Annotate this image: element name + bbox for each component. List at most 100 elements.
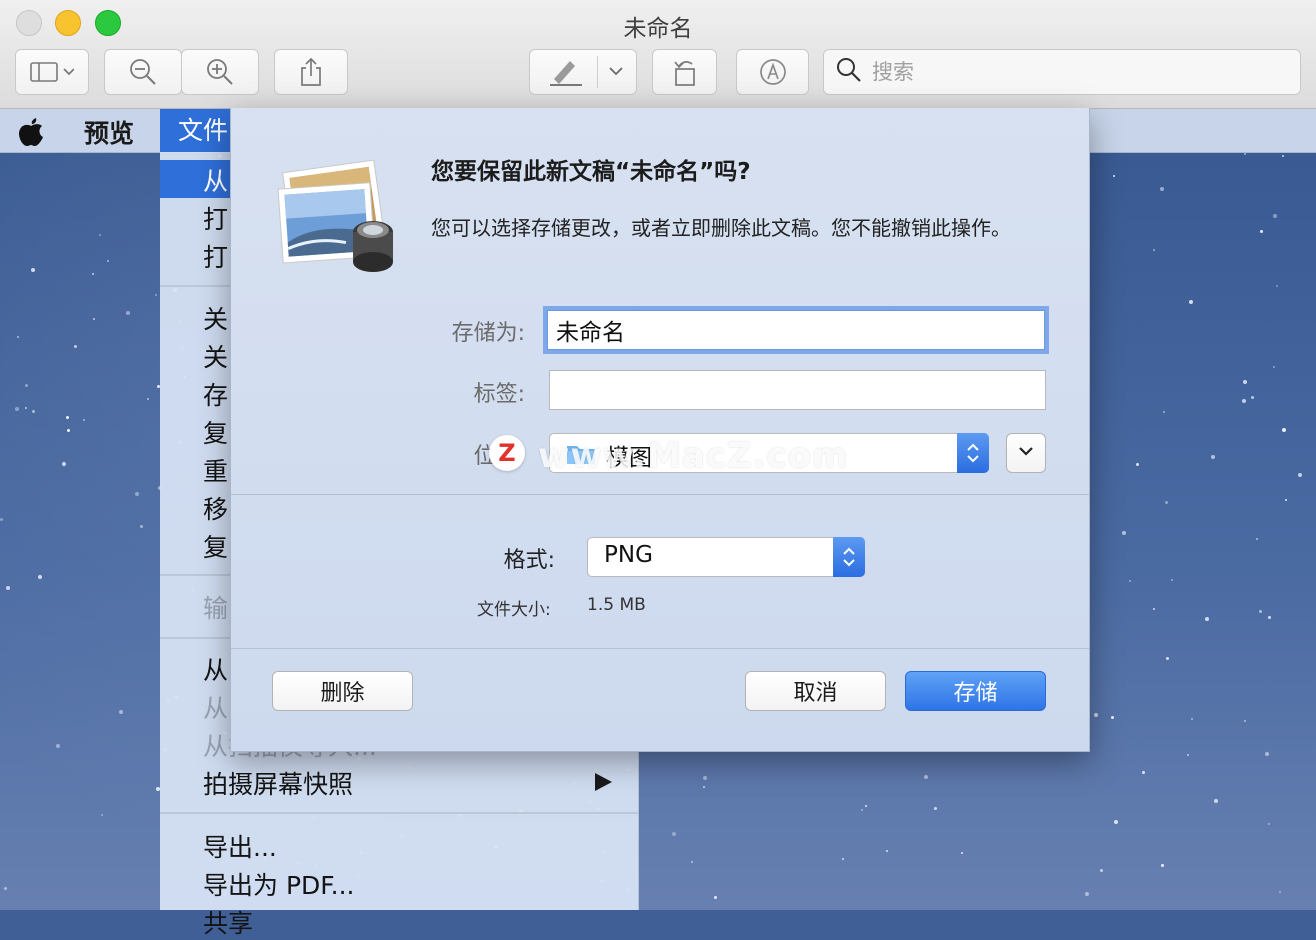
star-dot xyxy=(1244,720,1246,722)
menu-item-take-screenshot[interactable]: 拍摄屏幕快照 xyxy=(160,763,638,801)
star-dot xyxy=(1122,531,1126,535)
search-input[interactable] xyxy=(870,59,1274,85)
tags-field[interactable] xyxy=(549,370,1046,410)
star-dot xyxy=(1265,752,1269,756)
star-dot xyxy=(101,814,103,816)
star-dot xyxy=(119,710,123,714)
highlight-button[interactable] xyxy=(529,49,637,95)
star-dot xyxy=(1163,411,1165,413)
watermark-text: www.MacZ.com xyxy=(538,436,849,476)
expand-dialog-button[interactable] xyxy=(1006,433,1046,473)
star-dot xyxy=(1113,175,1115,177)
markup-button[interactable] xyxy=(736,49,809,95)
highlight-icon xyxy=(548,57,584,87)
star-dot xyxy=(1153,608,1155,610)
menu-item-export-pdf[interactable]: 导出为 PDF... xyxy=(160,864,638,902)
star-dot xyxy=(155,294,157,296)
star-dot xyxy=(1142,771,1145,774)
star-dot xyxy=(147,398,149,400)
rotate-icon xyxy=(670,57,700,87)
save-as-field[interactable] xyxy=(547,310,1045,350)
zoom-in-button[interactable] xyxy=(181,49,259,95)
star-dot xyxy=(691,861,693,863)
star-dot xyxy=(74,345,77,348)
star-dot xyxy=(107,260,109,262)
submenu-arrow-icon xyxy=(595,773,612,791)
cancel-button[interactable]: 取消 xyxy=(745,671,886,711)
star-dot xyxy=(140,525,143,528)
search-field[interactable] xyxy=(823,49,1301,95)
watermark-logo: Z xyxy=(489,435,525,471)
star-dot xyxy=(1298,473,1302,477)
star-dot xyxy=(99,234,101,236)
star-dot xyxy=(1282,155,1284,157)
zoom-in-icon xyxy=(206,58,234,86)
star-dot xyxy=(6,586,10,590)
star-dot xyxy=(1136,463,1139,466)
star-dot xyxy=(1244,153,1246,155)
star-dot xyxy=(703,786,705,788)
format-popup[interactable]: PNG xyxy=(587,537,865,577)
star-dot xyxy=(38,575,42,579)
save-as-label: 存储为: xyxy=(451,321,525,346)
star-dot xyxy=(714,896,717,899)
star-dot xyxy=(1243,380,1247,384)
save-dialog: 您要保留此新文稿“未命名”吗? 您可以选择存储更改，或者立即删除此文稿。您不能撤… xyxy=(230,108,1090,752)
updown-arrows-icon xyxy=(957,433,989,473)
star-dot xyxy=(32,410,35,413)
star-dot xyxy=(865,805,867,807)
star-dot xyxy=(4,887,7,890)
star-dot xyxy=(1205,617,1209,621)
search-icon xyxy=(836,57,862,87)
apple-icon[interactable] xyxy=(16,115,46,151)
sidebar-toggle-button[interactable] xyxy=(15,49,89,95)
star-dot xyxy=(93,318,95,320)
star-dot xyxy=(1100,869,1103,872)
star-dot xyxy=(886,850,888,852)
file-size-label: 文件大小: xyxy=(477,600,551,620)
star-dot xyxy=(15,407,19,411)
star-dot xyxy=(1187,754,1189,756)
markup-icon xyxy=(758,57,788,87)
star-dot xyxy=(1191,718,1193,720)
star-dot xyxy=(842,858,844,860)
chevron-down-icon[interactable] xyxy=(607,62,625,80)
star-dot xyxy=(1171,579,1173,581)
updown-arrows-icon xyxy=(833,537,865,577)
star-dot xyxy=(1165,501,1168,504)
star-dot xyxy=(1242,399,1246,403)
star-dot xyxy=(1259,610,1262,613)
share-button[interactable] xyxy=(274,49,348,95)
window-toolbar: 未命名 xyxy=(0,0,1316,109)
star-dot xyxy=(92,273,94,275)
star-dot xyxy=(1189,300,1193,304)
dialog-separator xyxy=(231,494,1089,495)
star-dot xyxy=(135,492,139,496)
menu-item-export[interactable]: 导出... xyxy=(160,826,638,864)
star-dot xyxy=(1153,249,1155,251)
menu-item-share[interactable]: 共享 xyxy=(160,902,638,940)
star-dot xyxy=(1160,187,1164,191)
dialog-separator xyxy=(231,648,1089,649)
star-dot xyxy=(1111,716,1114,719)
zoom-out-button[interactable] xyxy=(104,49,182,95)
format-label: 格式: xyxy=(503,548,555,573)
delete-button[interactable]: 删除 xyxy=(272,671,413,711)
star-dot xyxy=(66,416,69,419)
star-dot xyxy=(1276,285,1278,287)
star-dot xyxy=(1285,499,1287,501)
preview-app-icon xyxy=(275,159,397,275)
star-dot xyxy=(1114,820,1118,824)
rotate-button[interactable] xyxy=(652,49,717,95)
star-dot xyxy=(703,776,707,780)
star-dot xyxy=(0,518,3,521)
star-dot xyxy=(934,807,937,810)
menu-preview[interactable]: 预览 xyxy=(84,114,134,150)
file-size-value: 1.5 MB xyxy=(587,595,646,615)
save-button[interactable]: 存储 xyxy=(905,671,1046,711)
star-dot xyxy=(83,419,85,421)
star-dot xyxy=(1256,538,1258,540)
star-dot xyxy=(861,809,863,811)
format-value: PNG xyxy=(604,542,653,568)
star-dot xyxy=(1085,892,1089,896)
